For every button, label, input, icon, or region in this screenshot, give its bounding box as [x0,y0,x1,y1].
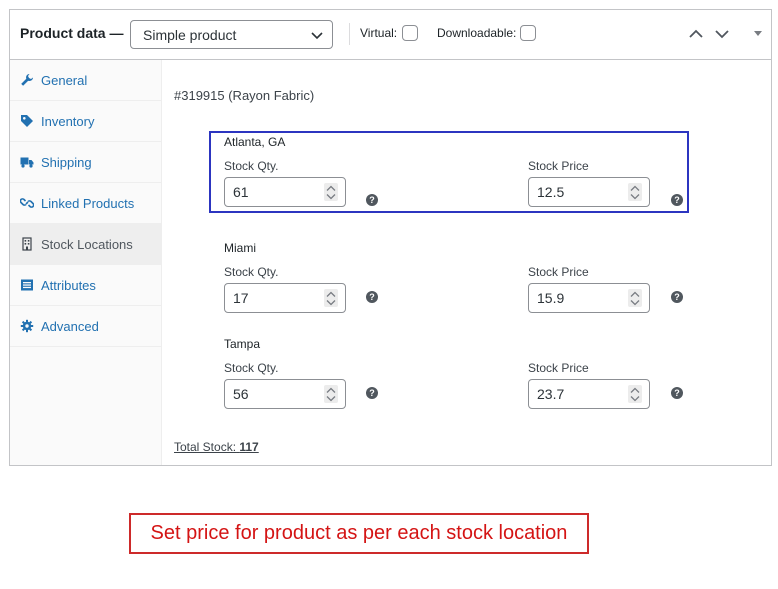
help-tip-icon[interactable]: ? [366,291,378,303]
total-stock-value: 117 [239,440,259,454]
spin-up-icon [630,387,640,393]
spin-down-icon [630,300,640,306]
total-stock-label: Total Stock: [174,440,237,454]
stock-price-label: Stock Price [528,265,589,279]
gear-icon [20,319,34,333]
tag-icon [21,115,33,127]
caption-text: Set price for product as per each stock … [150,522,568,544]
stock-price-value: 12.5 [537,184,565,200]
product-data-tabs: General Inventory Shipping Linked Produc… [10,60,162,465]
spin-down-icon [326,194,336,200]
help-tip-icon[interactable]: ? [671,291,683,303]
virtual-label: Virtual: [360,26,398,40]
tab-label: Advanced [41,319,99,334]
stock-qty-label: Stock Qty. [224,159,279,173]
number-spinner[interactable] [628,385,642,403]
tab-label: Stock Locations [41,237,133,252]
stock-price-value: 23.7 [537,386,565,402]
feature-caption: Set price for product as per each stock … [129,513,589,554]
spin-down-icon [326,300,336,306]
downloadable-label: Downloadable: [437,26,517,40]
help-tip-icon[interactable]: ? [671,194,683,206]
number-spinner[interactable] [628,289,642,307]
product-sku: #319915 (Rayon Fabric) [174,88,315,103]
stock-qty-input[interactable]: 61 [224,177,346,207]
tab-label: Linked Products [41,196,135,211]
stock-price-input[interactable]: 12.5 [528,177,650,207]
tab-general[interactable]: General [10,60,161,101]
link-icon [20,198,34,208]
help-tip-icon[interactable]: ? [366,387,378,399]
stock-locations-panel: #319915 (Rayon Fabric) Atlanta, GA Stock… [163,60,771,465]
tab-attributes[interactable]: Attributes [10,265,161,306]
location-name: Tampa [224,337,261,351]
stock-price-input[interactable]: 15.9 [528,283,650,313]
spin-down-icon [630,194,640,200]
tab-label: Inventory [41,114,95,129]
tab-advanced[interactable]: Advanced [10,306,161,347]
stock-price-label: Stock Price [528,159,589,173]
spin-up-icon [630,185,640,191]
chevron-down-icon[interactable] [714,26,730,42]
help-tip-icon[interactable]: ? [671,387,683,399]
downloadable-checkbox[interactable] [520,25,536,41]
stock-qty-input[interactable]: 56 [224,379,346,409]
spin-down-icon [326,396,336,402]
product-type-value: Simple product [143,27,237,43]
tab-label: General [41,73,88,88]
spin-up-icon [326,291,336,297]
number-spinner[interactable] [324,385,338,403]
chevron-up-icon[interactable] [688,26,704,42]
spin-down-icon [630,396,640,402]
stock-qty-value: 17 [233,290,249,306]
truck-icon [20,157,34,168]
tab-label: Shipping [41,155,92,170]
collapse-toggle-icon[interactable] [754,31,762,36]
tab-stock-locations[interactable]: Stock Locations [10,224,161,265]
header-divider [349,23,350,45]
stock-price-value: 15.9 [537,290,565,306]
spin-up-icon [326,387,336,393]
location-name: Atlanta, GA [224,135,286,149]
chevron-down-icon [311,32,323,40]
tab-shipping[interactable]: Shipping [10,142,161,183]
number-spinner[interactable] [324,289,338,307]
wrench-icon [21,74,33,86]
list-icon [21,279,33,291]
total-stock: Total Stock: 117 [174,440,259,454]
spin-up-icon [630,291,640,297]
panel-title: Product data — [20,25,124,41]
building-icon [22,237,32,251]
spin-up-icon [326,185,336,191]
stock-qty-value: 61 [233,184,249,200]
product-type-select[interactable]: Simple product [130,20,333,49]
stock-qty-label: Stock Qty. [224,265,279,279]
help-tip-icon[interactable]: ? [366,194,378,206]
virtual-checkbox[interactable] [402,25,418,41]
stock-price-input[interactable]: 23.7 [528,379,650,409]
tab-inventory[interactable]: Inventory [10,101,161,142]
location-name: Miami [224,241,256,255]
stock-price-label: Stock Price [528,361,589,375]
number-spinner[interactable] [324,183,338,201]
tab-label: Attributes [41,278,96,293]
panel-header: Product data — Simple product Virtual: D… [10,10,771,60]
stock-qty-label: Stock Qty. [224,361,279,375]
stock-qty-value: 56 [233,386,249,402]
product-data-panel: Product data — Simple product Virtual: D… [9,9,772,466]
number-spinner[interactable] [628,183,642,201]
stock-qty-input[interactable]: 17 [224,283,346,313]
tab-linked-products[interactable]: Linked Products [10,183,161,224]
